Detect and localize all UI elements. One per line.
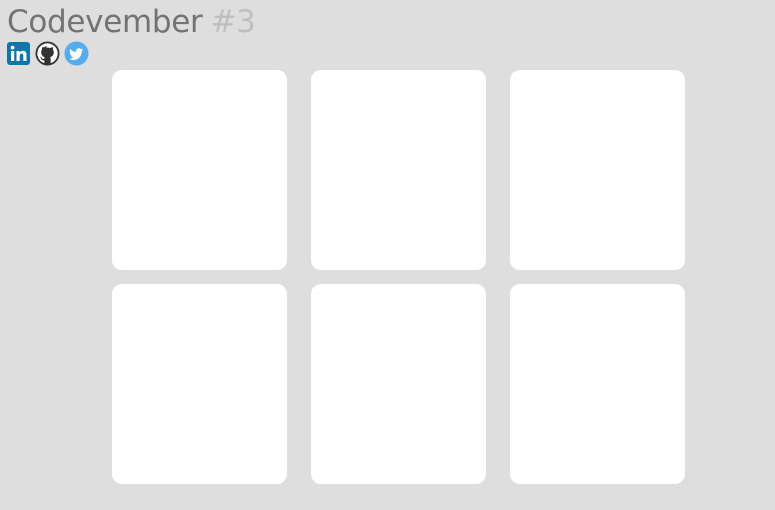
card-3[interactable] bbox=[510, 70, 685, 270]
social-links bbox=[6, 41, 89, 66]
card-2[interactable] bbox=[311, 70, 486, 270]
title-text: Codevember bbox=[7, 4, 203, 40]
github-link[interactable] bbox=[35, 41, 60, 66]
linkedin-icon bbox=[7, 42, 30, 65]
card-6[interactable] bbox=[510, 284, 685, 484]
card-grid bbox=[112, 70, 685, 484]
linkedin-link[interactable] bbox=[6, 41, 31, 66]
card-4[interactable] bbox=[112, 284, 287, 484]
github-icon bbox=[35, 41, 60, 66]
page-title: Codevember #3 bbox=[7, 2, 256, 42]
card-5[interactable] bbox=[311, 284, 486, 484]
card-1[interactable] bbox=[112, 70, 287, 270]
twitter-link[interactable] bbox=[64, 41, 89, 66]
title-number: #3 bbox=[210, 4, 256, 40]
page: Codevember #3 bbox=[0, 0, 775, 510]
twitter-icon bbox=[64, 41, 89, 66]
